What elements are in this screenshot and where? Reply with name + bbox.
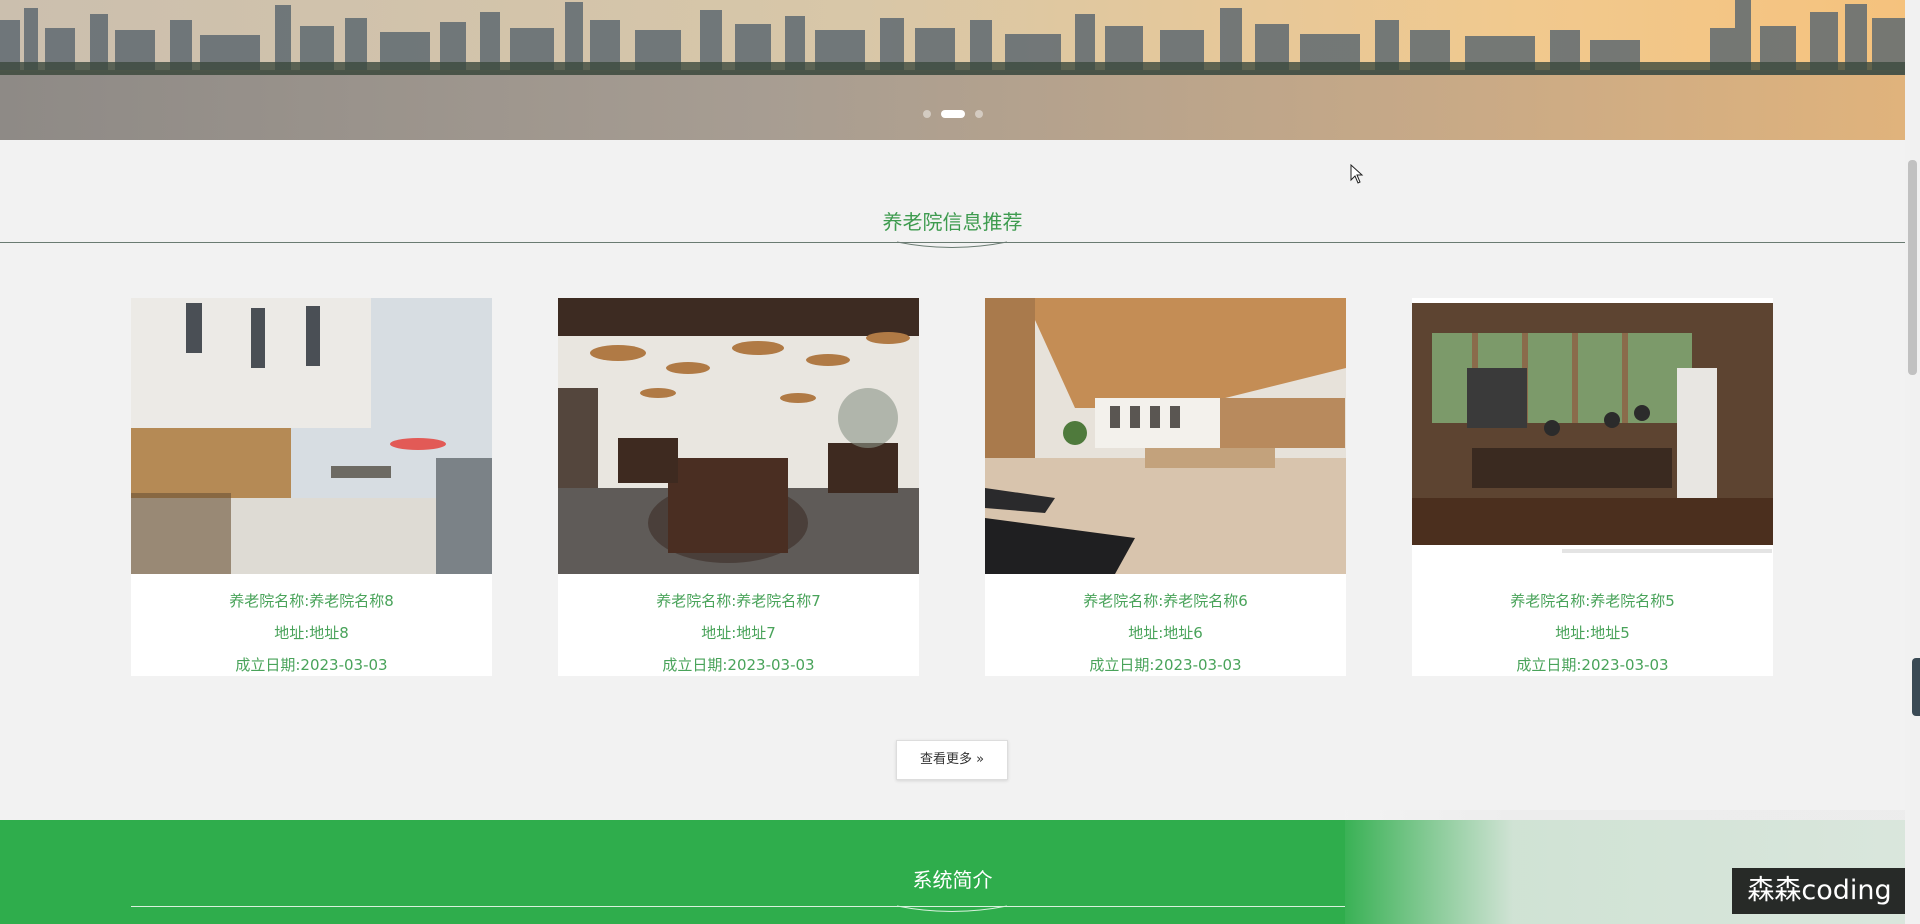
page-scrollbar[interactable] (1905, 0, 1920, 924)
view-more-button[interactable]: 查看更多 » (896, 740, 1008, 780)
nursing-home-card[interactable]: 养老院名称:养老院名称8 地址:地址8 成立日期:2023-03-03 (131, 298, 492, 676)
card-name[interactable]: 养老院名称:养老院名称5 (1412, 590, 1773, 611)
carousel-dot-1[interactable] (922, 110, 931, 118)
card-address: 地址:地址7 (701, 624, 776, 642)
activity-room-photo[interactable] (1412, 298, 1773, 574)
scrollbar-thumb[interactable] (1908, 160, 1917, 375)
nursing-home-card[interactable]: 养老院名称:养老院名称5 地址:地址5 成立日期:2023-03-03 (1412, 298, 1773, 676)
banner-skyline (0, 0, 1905, 70)
card-name[interactable]: 养老院名称:养老院名称7 (558, 590, 919, 611)
gym-photo[interactable] (985, 298, 1346, 574)
hero-banner[interactable] (0, 0, 1905, 140)
banner-shoreline (0, 62, 1905, 76)
intro-divider-swoosh (897, 905, 1007, 912)
watermark: 森森coding (1732, 868, 1907, 914)
card-date: 成立日期:2023-03-03 (1089, 656, 1242, 674)
card-date: 成立日期:2023-03-03 (235, 656, 388, 674)
section-divider-swoosh (897, 241, 1007, 248)
intro-divider (131, 906, 1345, 907)
card-date: 成立日期:2023-03-03 (1516, 656, 1669, 674)
nursing-home-card[interactable]: 养老院名称:养老院名称6 地址:地址6 成立日期:2023-03-03 (985, 298, 1346, 676)
recommend-section-title: 养老院信息推荐 (882, 210, 1023, 234)
mouse-cursor-icon (1350, 164, 1364, 184)
banner-water (0, 75, 1905, 140)
card-name[interactable]: 养老院名称:养老院名称6 (985, 590, 1346, 611)
card-address: 地址:地址5 (1555, 624, 1630, 642)
carousel-dot-2[interactable] (940, 110, 965, 118)
nursing-home-card[interactable]: 养老院名称:养老院名称7 地址:地址7 成立日期:2023-03-03 (558, 298, 919, 676)
side-floating-tab[interactable] (1912, 658, 1920, 716)
dining-hall-photo[interactable] (558, 298, 919, 574)
card-date: 成立日期:2023-03-03 (662, 656, 815, 674)
card-address: 地址:地址8 (274, 624, 349, 642)
carousel-dot-3[interactable] (974, 110, 983, 118)
card-name[interactable]: 养老院名称:养老院名称8 (131, 590, 492, 611)
carousel-indicators (0, 110, 1905, 118)
card-address: 地址:地址6 (1128, 624, 1203, 642)
terrace-photo[interactable] (131, 298, 492, 574)
